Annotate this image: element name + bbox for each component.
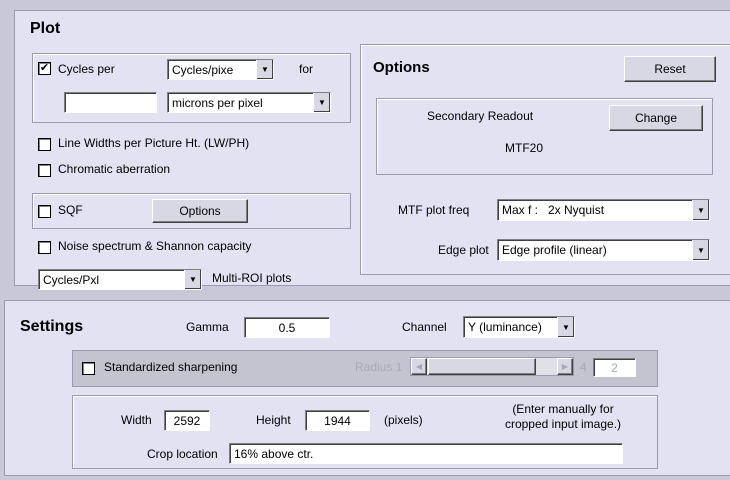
plot-title: Plot — [30, 20, 61, 37]
dropdown-arrow-icon[interactable]: ▼ — [557, 317, 574, 337]
std-sharpening-checkbox[interactable] — [82, 362, 95, 375]
mtf-freq-label: MTF plot freq — [398, 203, 470, 217]
radius-max-label: 4 — [580, 360, 587, 374]
radius-min-label: 1 — [395, 360, 403, 374]
note-line-2: cropped input image.) — [504, 417, 622, 431]
options-title: Options — [373, 59, 430, 76]
radius-label: Radius 1 — [355, 360, 402, 374]
channel-value: Y (luminance) — [468, 320, 542, 334]
width-input[interactable]: 2592 — [164, 410, 210, 431]
cycles-unit-select[interactable]: Cycles/pixe ▼ — [167, 59, 274, 80]
pixels-label: (pixels) — [384, 413, 423, 427]
radius-value-input: 2 — [593, 358, 636, 377]
scroll-thumb[interactable] — [428, 358, 536, 375]
microns-select[interactable]: microns per pixel ▼ — [167, 92, 331, 113]
lwph-label: Line Widths per Picture Ht. (LW/PH) — [58, 136, 250, 150]
edge-plot-select[interactable]: Edge profile (linear) ▼ — [497, 239, 710, 261]
std-sharpening-label: Standardized sharpening — [104, 360, 238, 374]
enter-manually-note: (Enter manually for cropped input image.… — [478, 402, 648, 432]
height-label: Height — [256, 413, 291, 427]
sqf-checkbox[interactable] — [38, 205, 51, 218]
secondary-readout-label: Secondary Readout — [427, 109, 534, 123]
for-label: for — [299, 62, 314, 76]
noise-checkbox[interactable] — [38, 241, 51, 254]
cycles-unit-value: Cycles/pixe — [172, 62, 234, 77]
edge-plot-value: Edge profile (linear) — [502, 243, 607, 257]
crop-location-input[interactable]: 16% above ctr. — [229, 443, 623, 464]
sqf-options-button[interactable]: Options — [152, 199, 248, 223]
scroll-right-icon[interactable]: ▶ — [557, 358, 573, 375]
readout-value: MTF20 — [505, 141, 544, 155]
mtf-freq-value: Max f : 2x Nyquist — [502, 203, 605, 217]
chromatic-label: Chromatic aberration — [58, 162, 171, 176]
width-label: Width — [121, 413, 152, 427]
gamma-input[interactable]: 0.5 — [244, 317, 330, 338]
cycles-per-checkbox[interactable]: ✔ — [38, 62, 51, 75]
check-mark-icon: ✔ — [39, 62, 50, 74]
radius-label-text: Radius — [355, 360, 393, 374]
dropdown-arrow-icon[interactable]: ▼ — [692, 240, 709, 260]
mtf-freq-select[interactable]: Max f : 2x Nyquist ▼ — [497, 199, 710, 221]
height-input[interactable]: 1944 — [305, 410, 370, 431]
edge-plot-label: Edge plot — [438, 243, 489, 257]
lwph-checkbox[interactable] — [38, 138, 51, 151]
multiroi-value: Cycles/Pxl — [43, 272, 100, 287]
noise-label: Noise spectrum & Shannon capacity — [58, 239, 252, 253]
microns-value: microns per pixel — [172, 95, 263, 110]
channel-label: Channel — [402, 320, 447, 334]
crop-location-label: Crop location — [147, 447, 218, 461]
note-line-1: (Enter manually for — [512, 402, 614, 416]
dropdown-arrow-icon[interactable]: ▼ — [184, 270, 201, 289]
multiroi-select[interactable]: Cycles/Pxl ▼ — [38, 269, 202, 290]
channel-select[interactable]: Y (luminance) ▼ — [463, 316, 575, 338]
sqf-label: SQF — [58, 203, 83, 217]
reset-button[interactable]: Reset — [624, 56, 716, 82]
scroll-left-icon[interactable]: ◀ — [411, 358, 427, 375]
dropdown-arrow-icon[interactable]: ▼ — [692, 200, 709, 220]
cycles-per-label: Cycles per — [58, 62, 115, 76]
multiroi-label: Multi-ROI plots — [212, 271, 292, 285]
dropdown-arrow-icon[interactable]: ▼ — [313, 93, 330, 112]
dropdown-arrow-icon[interactable]: ▼ — [256, 60, 273, 79]
microns-input[interactable] — [64, 92, 157, 113]
gamma-label: Gamma — [186, 320, 229, 334]
settings-title: Settings — [20, 318, 84, 335]
chromatic-checkbox[interactable] — [38, 164, 51, 177]
change-button[interactable]: Change — [609, 105, 703, 131]
